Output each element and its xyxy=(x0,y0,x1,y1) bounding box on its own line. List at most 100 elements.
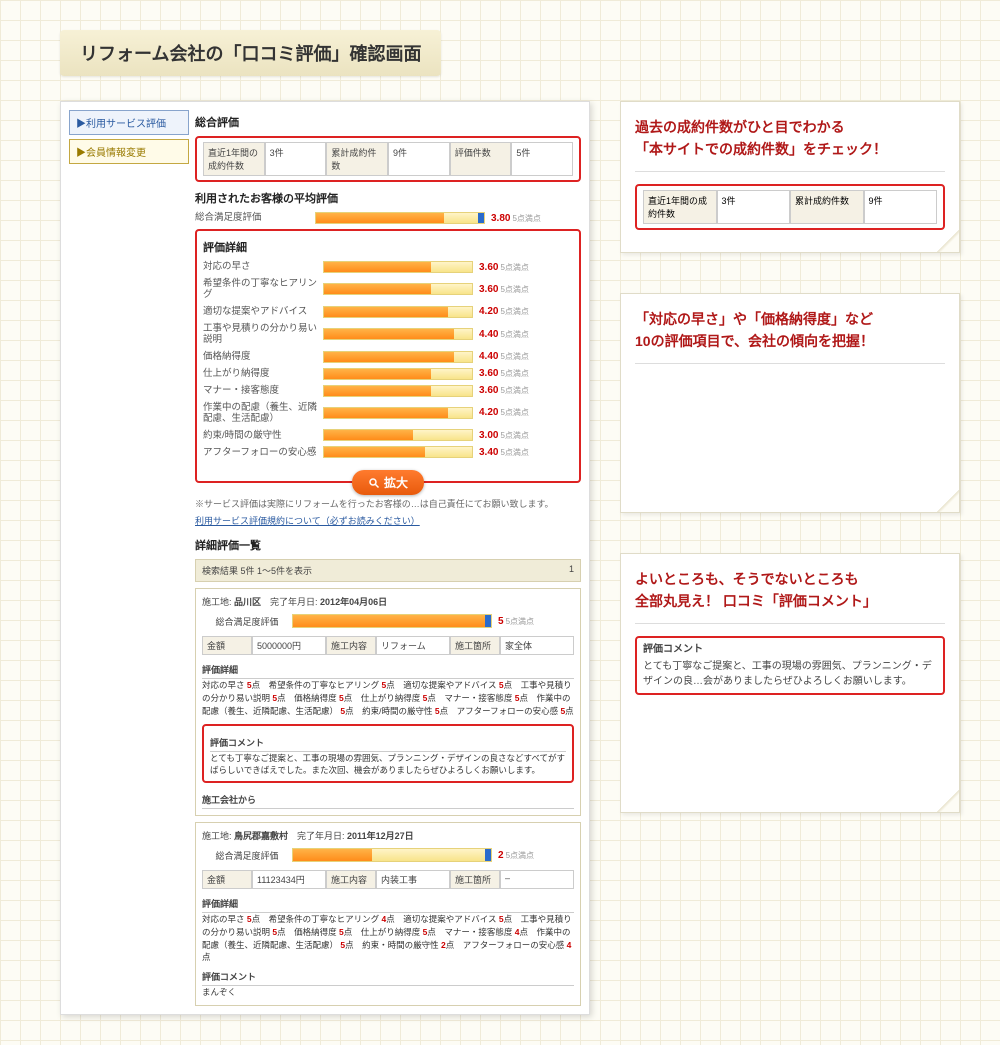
rating-max: 5点満点 xyxy=(500,306,528,317)
disclaimer-text: ※サービス評価は実際にリフォームを行ったお客様の…は自己責任にてお願い致します。 xyxy=(195,497,581,510)
rating-max: 5点満点 xyxy=(500,284,528,295)
rating-row: 適切な提案やアドバイス 4.205点満点 xyxy=(203,306,573,318)
zoom-button[interactable]: 拡大 xyxy=(352,470,424,495)
rating-label: 作業中の配慮（養生、近隣配慮、生活配慮） xyxy=(203,402,323,425)
rating-row: 価格納得度 4.405点満点 xyxy=(203,351,573,363)
rating-row: 約束/時間の厳守性 3.005点満点 xyxy=(203,429,573,441)
review-info-table: 金額5000000円施工内容リフォーム施工箇所家全体 xyxy=(202,636,574,655)
rating-label: マナー・接客態度 xyxy=(203,385,323,396)
page-title: リフォーム会社の「口コミ評価」確認画面 xyxy=(60,30,441,76)
info-label: 金額 xyxy=(202,870,252,889)
rating-bar xyxy=(323,351,473,363)
info-value: リフォーム xyxy=(376,636,450,655)
review-info-table: 金額11123434円施工内容内装工事施工箇所– xyxy=(202,870,574,889)
stat-value: 9件 xyxy=(864,190,938,224)
rating-bar xyxy=(323,328,473,340)
review-card: 施工地: 品川区 完了年月日: 2012年04月06日総合満足度評価5 5点満点… xyxy=(195,588,581,816)
rating-score: 3.60 xyxy=(479,385,498,396)
comment-header: 評価コメント xyxy=(210,734,566,752)
info-value: 家全体 xyxy=(500,636,574,655)
review-overall-bar xyxy=(292,614,492,628)
rating-bar xyxy=(323,446,473,458)
rating-score: 4.20 xyxy=(479,306,498,317)
rating-max: 5点満点 xyxy=(500,447,528,458)
review-card: 施工地: 鳥尻郡嘉敷村 完了年月日: 2011年12月27日総合満足度評価 2 5… xyxy=(195,822,581,1006)
info-value: 内装工事 xyxy=(376,870,450,889)
comment-text: まんぞく xyxy=(202,986,574,999)
review-list-header: 検索結果 5件 1〜5件を表示 1 xyxy=(195,559,581,582)
callout-title: 「対応の早さ」や「価格納得度」など 10の評価項目で、会社の傾向を把握！ xyxy=(635,308,945,353)
review-overall-max: 5点満点 xyxy=(506,850,534,861)
sidebar-link-service[interactable]: ▶利用サービス評価 xyxy=(69,110,189,135)
rating-label: 希望条件の丁寧なヒアリング xyxy=(203,278,323,301)
overall-rating-row: 総合満足度評価 3.80 5点満点 xyxy=(195,212,581,224)
rating-max: 5点満点 xyxy=(500,385,528,396)
rating-label: 工事や見積りの分かり易い説明 xyxy=(203,323,323,346)
rating-bar xyxy=(323,385,473,397)
review-list-title: 詳細評価一覧 xyxy=(195,537,581,553)
review-meta: 施工地: 鳥尻郡嘉敷村 完了年月日: 2011年12月27日 xyxy=(202,829,574,842)
info-label: 施工内容 xyxy=(326,870,376,889)
rating-score: 3.60 xyxy=(479,368,498,379)
rating-bar xyxy=(323,368,473,380)
rating-max: 5点満点 xyxy=(500,430,528,441)
rating-label: 約束/時間の厳守性 xyxy=(203,430,323,441)
info-value: – xyxy=(500,870,574,889)
rating-detail-highlight: 評価詳細 対応の早さ3.605点満点希望条件の丁寧なヒアリング3.605点満点適… xyxy=(195,229,581,483)
overall-score: 3.80 xyxy=(491,213,510,224)
result-count: 検索結果 5件 1〜5件を表示 xyxy=(202,564,312,577)
review-overall-label: 総合満足度評価 xyxy=(202,849,292,862)
review-overall: 総合満足度評価 2 5点満点 xyxy=(202,848,574,862)
info-value: 5000000円 xyxy=(252,636,326,655)
review-items: 対応の早さ 5点 希望条件の丁寧なヒアリング 4点 適切な提案やアドバイス 5点… xyxy=(202,913,574,964)
stat-value: 3件 xyxy=(265,142,327,176)
callout-comments: よいところも、そうでないところも 全部丸見え！ 口コミ「評価コメント」 評価コメ… xyxy=(620,553,960,813)
stat-label: 累計成約件数 xyxy=(326,142,388,176)
rating-max: 5点満点 xyxy=(500,351,528,362)
rating-bar xyxy=(323,429,473,441)
review-overall-label: 総合満足度評価 xyxy=(202,615,292,628)
callouts-column: 過去の成約件数がひと目でわかる 「本サイトでの成約件数」をチェック！ 直近1年間… xyxy=(620,101,960,1015)
stat-value: 3件 xyxy=(717,190,791,224)
rating-max: 5点満点 xyxy=(500,262,528,273)
review-overall-score: 5 xyxy=(498,616,504,627)
comment-text: とても丁寧なご提案と、工事の現場の雰囲気、プランニング・デザインの良…会がありま… xyxy=(643,661,932,687)
rating-row: 希望条件の丁寧なヒアリング3.605点満点 xyxy=(203,278,573,301)
rating-label: 仕上がり納得度 xyxy=(203,368,323,379)
rating-max: 5点満点 xyxy=(500,407,528,418)
sidebar-link-member[interactable]: ▶会員情報変更 xyxy=(69,139,189,164)
terms-link[interactable]: 利用サービス評価規約について（必ずお読みください） xyxy=(195,516,420,526)
rating-bar xyxy=(323,261,473,273)
review-overall-score: 2 xyxy=(498,850,504,861)
rating-row: 対応の早さ3.605点満点 xyxy=(203,261,573,273)
rating-row: 作業中の配慮（養生、近隣配慮、生活配慮） 4.205点満点 xyxy=(203,402,573,425)
rating-score: 4.40 xyxy=(479,351,498,362)
rating-label: 適切な提案やアドバイス xyxy=(203,306,323,317)
rating-row: マナー・接客態度 3.605点満点 xyxy=(203,385,573,397)
review-meta: 施工地: 品川区 完了年月日: 2012年04月06日 xyxy=(202,595,574,608)
overall-max: 5点満点 xyxy=(512,213,540,224)
stat-label: 評価件数 xyxy=(450,142,512,176)
rating-score: 4.20 xyxy=(479,407,498,418)
info-label: 施工内容 xyxy=(326,636,376,655)
callout-title: よいところも、そうでないところも 全部丸見え！ 口コミ「評価コメント」 xyxy=(635,568,945,613)
rating-score: 3.00 xyxy=(479,430,498,441)
contract-stats-table: 直近1年間の成約件数 3件 累計成約件数 9件 評価件数 5件 xyxy=(203,142,573,176)
rating-bar xyxy=(323,283,473,295)
sidebar: ▶利用サービス評価 ▶会員情報変更 xyxy=(69,110,189,1006)
rating-max: 5点満点 xyxy=(500,368,528,379)
contract-stats-highlight: 直近1年間の成約件数 3件 累計成約件数 9件 評価件数 5件 xyxy=(195,136,581,182)
rating-label: 価格納得度 xyxy=(203,351,323,362)
comment-header: 評価コメント xyxy=(643,642,937,657)
callout-ratings: 「対応の早さ」や「価格納得度」など 10の評価項目で、会社の傾向を把握！ xyxy=(620,293,960,513)
review-detail-header: 評価詳細 xyxy=(202,661,574,679)
avg-rating-title: 利用されたお客様の平均評価 xyxy=(195,190,581,206)
comment-text: とても丁寧なご提案と、工事の現場の雰囲気、プランニング・デザインの良さなどすべて… xyxy=(210,752,566,778)
from-company-header: 施工会社から xyxy=(202,791,574,809)
review-comment-highlight: 評価コメントとても丁寧なご提案と、工事の現場の雰囲気、プランニング・デザインの良… xyxy=(202,724,574,784)
info-label: 金額 xyxy=(202,636,252,655)
callout-comment-box: 評価コメント とても丁寧なご提案と、工事の現場の雰囲気、プランニング・デザインの… xyxy=(635,636,945,695)
overall-label: 総合満足度評価 xyxy=(195,212,315,223)
overall-bar xyxy=(315,212,485,224)
review-detail-header: 評価詳細 xyxy=(202,895,574,913)
